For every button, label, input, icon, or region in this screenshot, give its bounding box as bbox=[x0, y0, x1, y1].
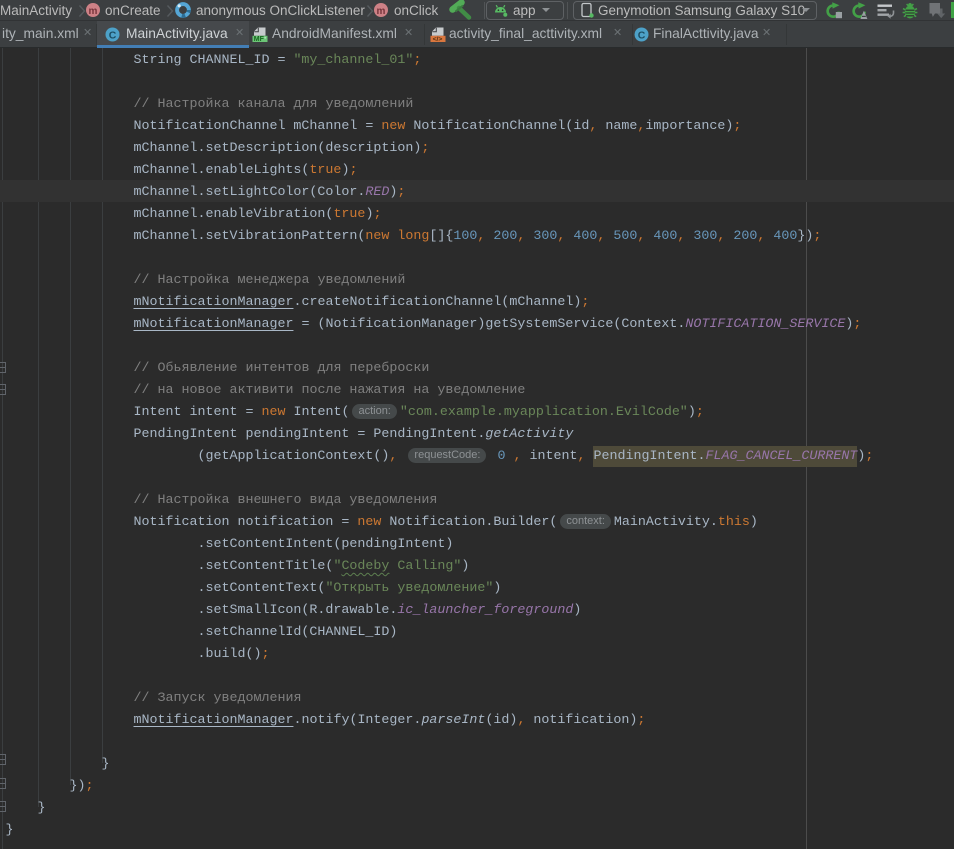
svg-text:</>: </> bbox=[433, 36, 443, 43]
svg-text:MF: MF bbox=[254, 36, 265, 43]
svg-text:C: C bbox=[109, 30, 117, 42]
svg-text:m: m bbox=[89, 6, 98, 17]
svg-text:m: m bbox=[377, 6, 386, 17]
svg-text:C: C bbox=[638, 30, 646, 42]
